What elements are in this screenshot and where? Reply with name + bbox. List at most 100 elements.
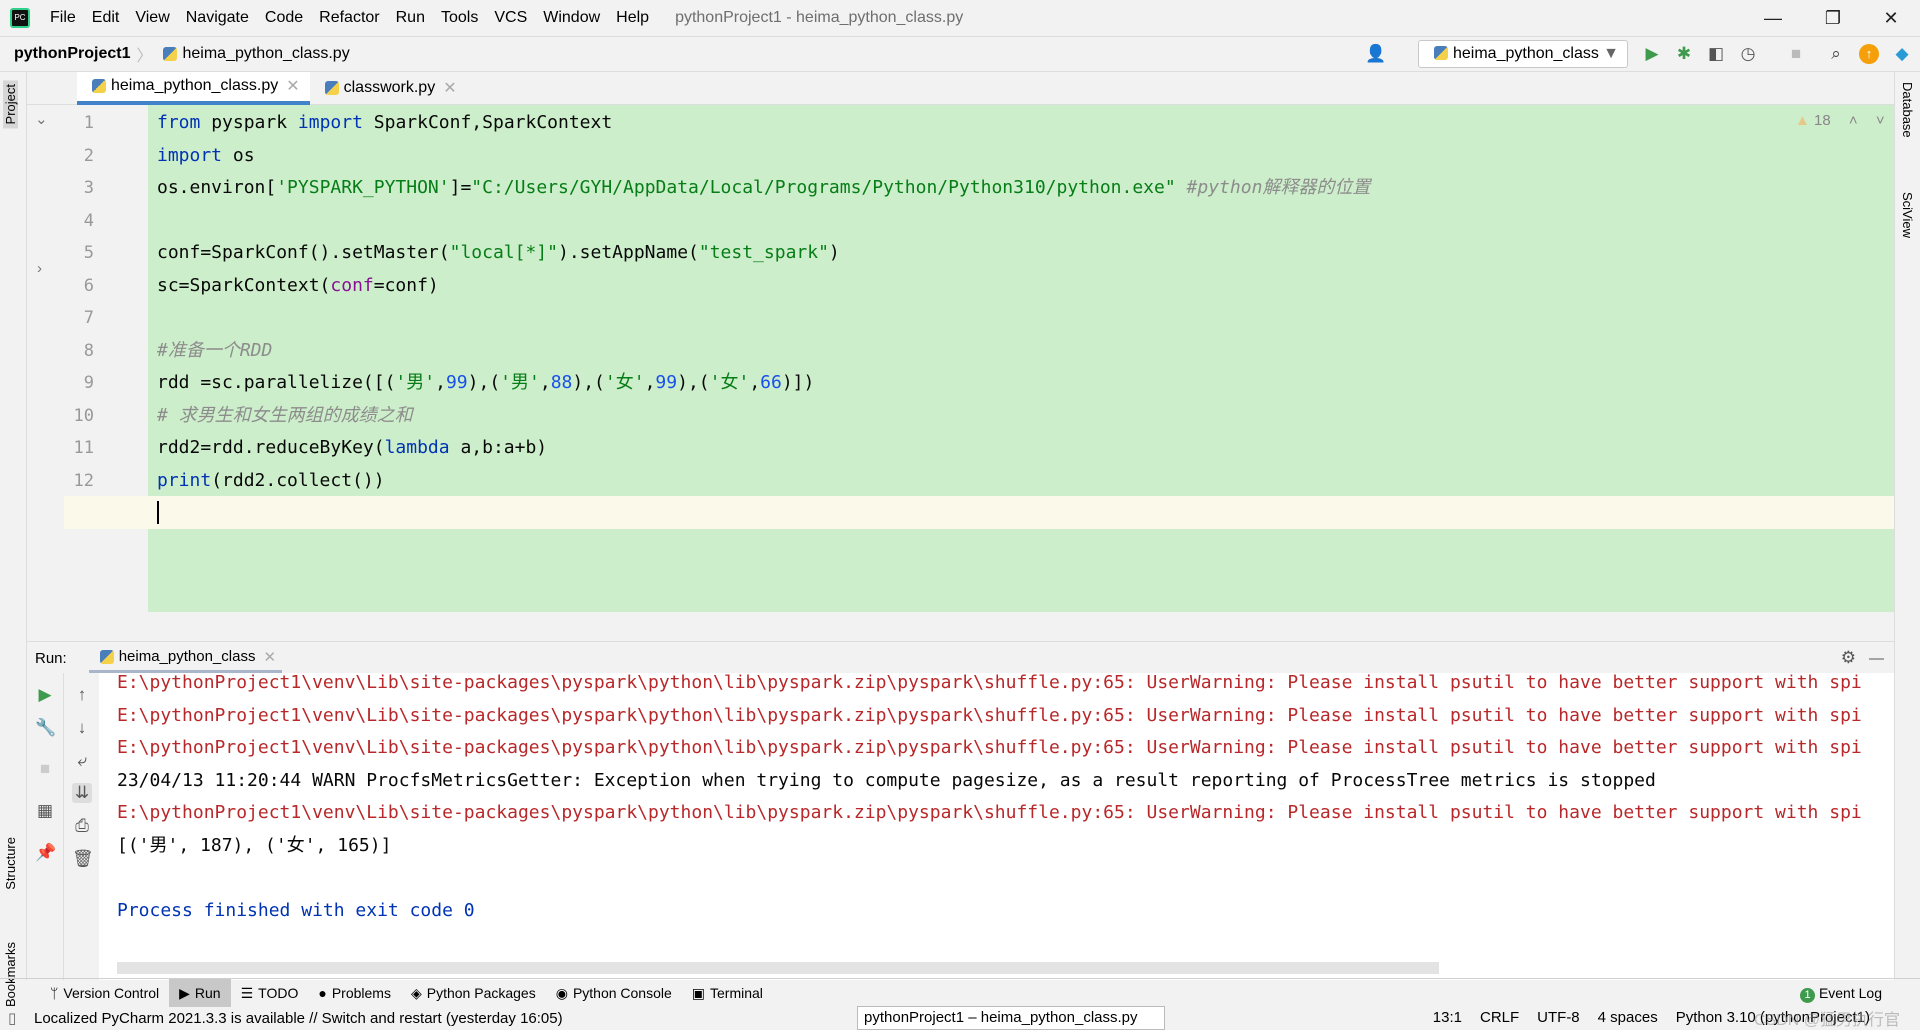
chevron-right-icon[interactable]: › — [37, 260, 42, 277]
chevron-down-icon[interactable]: ⌄ — [35, 110, 48, 128]
python-file-icon — [163, 47, 178, 61]
print-icon[interactable]: ⎙ — [72, 816, 92, 836]
token: ),( — [572, 372, 605, 393]
arrow-down-icon[interactable]: ↓ — [72, 718, 92, 738]
token: ),( — [677, 372, 710, 393]
rerun-icon[interactable]: ▶ — [35, 685, 55, 705]
caret-position[interactable]: 13:1 — [1433, 1006, 1462, 1030]
hide-panel-icon[interactable]: — — [1869, 650, 1884, 667]
debug-icon[interactable]: ✱ — [1674, 44, 1694, 64]
run-config-label: heima_python_class — [1453, 45, 1599, 62]
token-par: conf — [330, 274, 374, 296]
token: os — [222, 144, 255, 166]
run-panel-header: Run: heima_python_class ✕ ⚙ — — [27, 643, 1894, 673]
tool-window-python-console[interactable]: ◉ Python Console — [546, 979, 682, 1007]
tool-window-python-packages[interactable]: ◈ Python Packages — [401, 979, 546, 1007]
minimize-button[interactable]: — — [1750, 0, 1796, 36]
console-line: E:\pythonProject1\venv\Lib\site-packages… — [117, 673, 1862, 693]
menu-run[interactable]: Run — [388, 9, 433, 27]
token: ),( — [467, 372, 501, 393]
menu-edit[interactable]: Edit — [84, 9, 128, 27]
restore-button[interactable]: ❐ — [1810, 0, 1856, 36]
menu-tools[interactable]: Tools — [433, 9, 486, 27]
search-icon[interactable]: ⌕ — [1826, 44, 1846, 64]
run-toolbar-primary: ▶ 🔧 ■ ▦ 📌 — [27, 673, 63, 980]
line-number: 9 — [83, 373, 94, 393]
token-str: '女' — [604, 372, 645, 393]
menu-refactor[interactable]: Refactor — [311, 9, 387, 27]
structure-tool-button[interactable]: Structure — [3, 837, 18, 890]
wrench-icon[interactable]: 🔧 — [35, 718, 56, 738]
layout-icon[interactable]: ▦ — [35, 801, 55, 821]
menu-navigate[interactable]: Navigate — [178, 9, 257, 27]
coverage-icon[interactable]: ◧ — [1706, 44, 1726, 64]
inspection-widget[interactable]: ▲ 18 ˄ ˅ — [1795, 112, 1885, 129]
sciview-tool-button[interactable]: SciView — [1900, 192, 1915, 238]
editor-horizontal-scroll[interactable] — [27, 612, 1894, 642]
menu-code[interactable]: Code — [257, 9, 311, 27]
tool-window-run[interactable]: ▶ Run — [169, 978, 231, 1007]
file-encoding[interactable]: UTF-8 — [1537, 1006, 1580, 1030]
editor-tab[interactable]: heima_python_class.py ✕ — [77, 71, 310, 105]
chevron-down-icon[interactable]: ˅ — [1876, 112, 1885, 129]
close-icon[interactable]: ✕ — [263, 648, 276, 666]
tool-window-label: TODO — [258, 984, 299, 1001]
run-console-output[interactable]: E:\pythonProject1\venv\Lib\site-packages… — [99, 673, 1894, 980]
scroll-to-end-icon[interactable]: ⇊ — [72, 783, 92, 803]
close-icon[interactable]: ✕ — [286, 76, 299, 96]
indent-setting[interactable]: 4 spaces — [1598, 1006, 1658, 1030]
arrow-up-icon[interactable]: ↑ — [72, 685, 92, 705]
menu-vcs[interactable]: VCS — [486, 9, 535, 27]
project-tool-button[interactable]: Project — [3, 80, 18, 129]
run-configuration-select[interactable]: heima_python_class ▼ — [1418, 40, 1628, 68]
breadcrumb-project[interactable]: pythonProject1 — [14, 45, 130, 63]
user-icon[interactable]: 👤 — [1365, 44, 1386, 64]
menu-view[interactable]: View — [127, 9, 177, 27]
soft-wrap-icon[interactable]: ⤶ — [72, 751, 92, 771]
status-message[interactable]: Localized PyCharm 2021.3.3 is available … — [34, 1010, 563, 1027]
close-button[interactable]: ✕ — [1868, 0, 1914, 36]
todo-icon: ☰ — [240, 984, 254, 1001]
menu-window[interactable]: Window — [535, 9, 608, 27]
line-number: 8 — [83, 340, 94, 361]
line-number: 7 — [83, 308, 94, 328]
line-separator[interactable]: CRLF — [1480, 1006, 1519, 1030]
jetbrains-toolbox-icon[interactable]: ◆ — [1892, 44, 1912, 64]
tool-window-bar: ᛘ Version Control ▶ Run ☰ TODO ● Problems ◈ Pytho… — [0, 978, 1920, 1007]
problems-icon: ● — [318, 984, 327, 1001]
trash-icon[interactable]: 🗑 — [72, 849, 94, 869]
console-horizontal-scrollbar[interactable] — [117, 962, 1439, 974]
settings-gear-icon[interactable]: ⚙ — [1841, 648, 1856, 668]
stop-icon[interactable]: ■ — [1786, 44, 1806, 64]
breadcrumb-file[interactable]: heima_python_class.py — [182, 45, 349, 63]
editor-tab[interactable]: classwork.py ✕ — [310, 72, 467, 105]
tool-window-problems[interactable]: ● Problems — [308, 979, 401, 1007]
menu-help[interactable]: Help — [608, 9, 657, 27]
code-editor[interactable]: from pyspark import SparkConf,SparkConte… — [148, 105, 1894, 612]
profile-icon[interactable]: ◷ — [1738, 44, 1758, 64]
code-line: #准备一个RDD — [157, 335, 272, 368]
tool-window-todo[interactable]: ☰ TODO — [231, 979, 309, 1007]
tool-window-version-control[interactable]: ᛘ Version Control — [40, 979, 169, 1007]
update-icon[interactable]: ↑ — [1859, 44, 1879, 64]
token: ) — [828, 242, 840, 263]
pin-icon[interactable]: 📌 — [35, 843, 56, 863]
token-kw: import — [157, 144, 223, 166]
database-tool-button[interactable]: Database — [1900, 82, 1915, 138]
close-icon[interactable]: ✕ — [443, 78, 456, 98]
code-line: rdd =sc.parallelize([('男',99),('男',88),(… — [157, 367, 814, 400]
tool-window-terminal[interactable]: ▣ Terminal — [682, 979, 773, 1007]
chevron-down-icon: ▼ — [1603, 45, 1619, 62]
left-tool-strip: Project Structure Bookmarks — [0, 72, 27, 1007]
status-toggle-icon[interactable]: ▯ — [8, 1009, 16, 1027]
code-line: rdd2=rdd.reduceByKey(lambda a,b:a+b) — [157, 432, 547, 465]
version-control-icon: ᛘ — [50, 984, 59, 1001]
stop-icon[interactable]: ■ — [35, 759, 55, 779]
chevron-up-icon[interactable]: ˄ — [1849, 112, 1858, 129]
event-log-button[interactable]: 1 Event Log — [1800, 979, 1882, 1007]
warning-icon: ▲ — [1795, 112, 1810, 129]
run-tab[interactable]: heima_python_class ✕ — [88, 643, 283, 673]
menu-file[interactable]: File — [42, 9, 84, 27]
run-icon[interactable]: ▶ — [1642, 44, 1662, 64]
